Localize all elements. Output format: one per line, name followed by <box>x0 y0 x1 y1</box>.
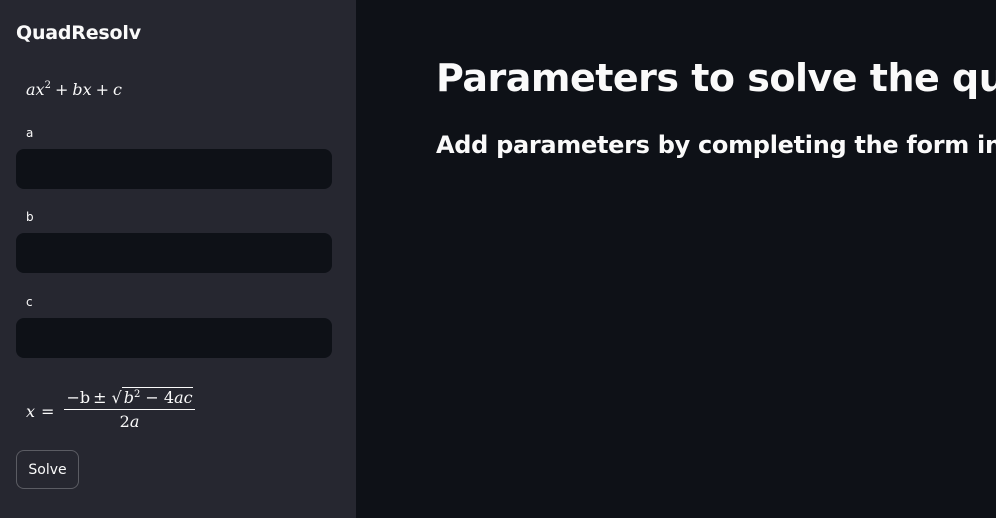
eq-b: b <box>72 80 83 99</box>
formula-minus: − <box>140 388 164 407</box>
solve-button[interactable]: Solve <box>16 450 79 489</box>
main-content: Parameters to solve the quadratic equati… <box>356 0 996 518</box>
formula-numerator: −b ± √ b2 − 4ac <box>64 387 195 410</box>
formula-four: 4 <box>163 388 175 407</box>
app-root: QuadResolv ax2 + bx + c a b c x = −b ± √ b2 − 4a… <box>0 0 996 518</box>
field-b-input[interactable] <box>16 233 332 273</box>
formula-fraction: −b ± √ b2 − 4ac 2a <box>64 387 195 431</box>
formula-ac: ac <box>174 388 193 407</box>
eq-plus-1: + <box>54 80 69 99</box>
eq-x: x <box>35 80 45 99</box>
formula-denominator: 2a <box>120 410 140 431</box>
eq-plus-2: + <box>95 80 110 99</box>
eq-a: a <box>26 80 36 99</box>
formula-b: b <box>123 388 134 407</box>
formula-two: 2 <box>119 412 130 431</box>
field-a-input[interactable] <box>16 149 332 189</box>
field-b-label: b <box>26 210 34 224</box>
eq-c: c <box>113 80 123 99</box>
app-title: QuadResolv <box>16 22 141 44</box>
formula-neg-b: −b <box>66 388 91 407</box>
formula-a: a <box>129 412 140 431</box>
field-a-label: a <box>26 126 34 140</box>
eq-x2: x <box>82 80 92 99</box>
field-c-input[interactable] <box>16 318 332 358</box>
field-c-label: c <box>26 295 33 309</box>
formula-lhs: x = <box>26 402 54 421</box>
page-title: Parameters to solve the quadratic equati… <box>436 56 996 100</box>
quadratic-formula: x = −b ± √ b2 − 4ac 2a <box>26 387 195 431</box>
formula-pm: ± <box>93 388 107 407</box>
formula-radicand: b2 − 4ac <box>121 387 193 407</box>
eq-exponent: 2 <box>44 80 51 91</box>
equation-display: ax2 + bx + c <box>26 80 122 99</box>
formula-x: x <box>26 402 36 421</box>
page-subtitle: Add parameters by completing the form in… <box>436 131 996 159</box>
sqrt-icon: √ <box>111 388 122 407</box>
sidebar: QuadResolv ax2 + bx + c a b c x = −b ± √ b2 − 4a… <box>0 0 356 518</box>
formula-equals: = <box>41 402 55 421</box>
